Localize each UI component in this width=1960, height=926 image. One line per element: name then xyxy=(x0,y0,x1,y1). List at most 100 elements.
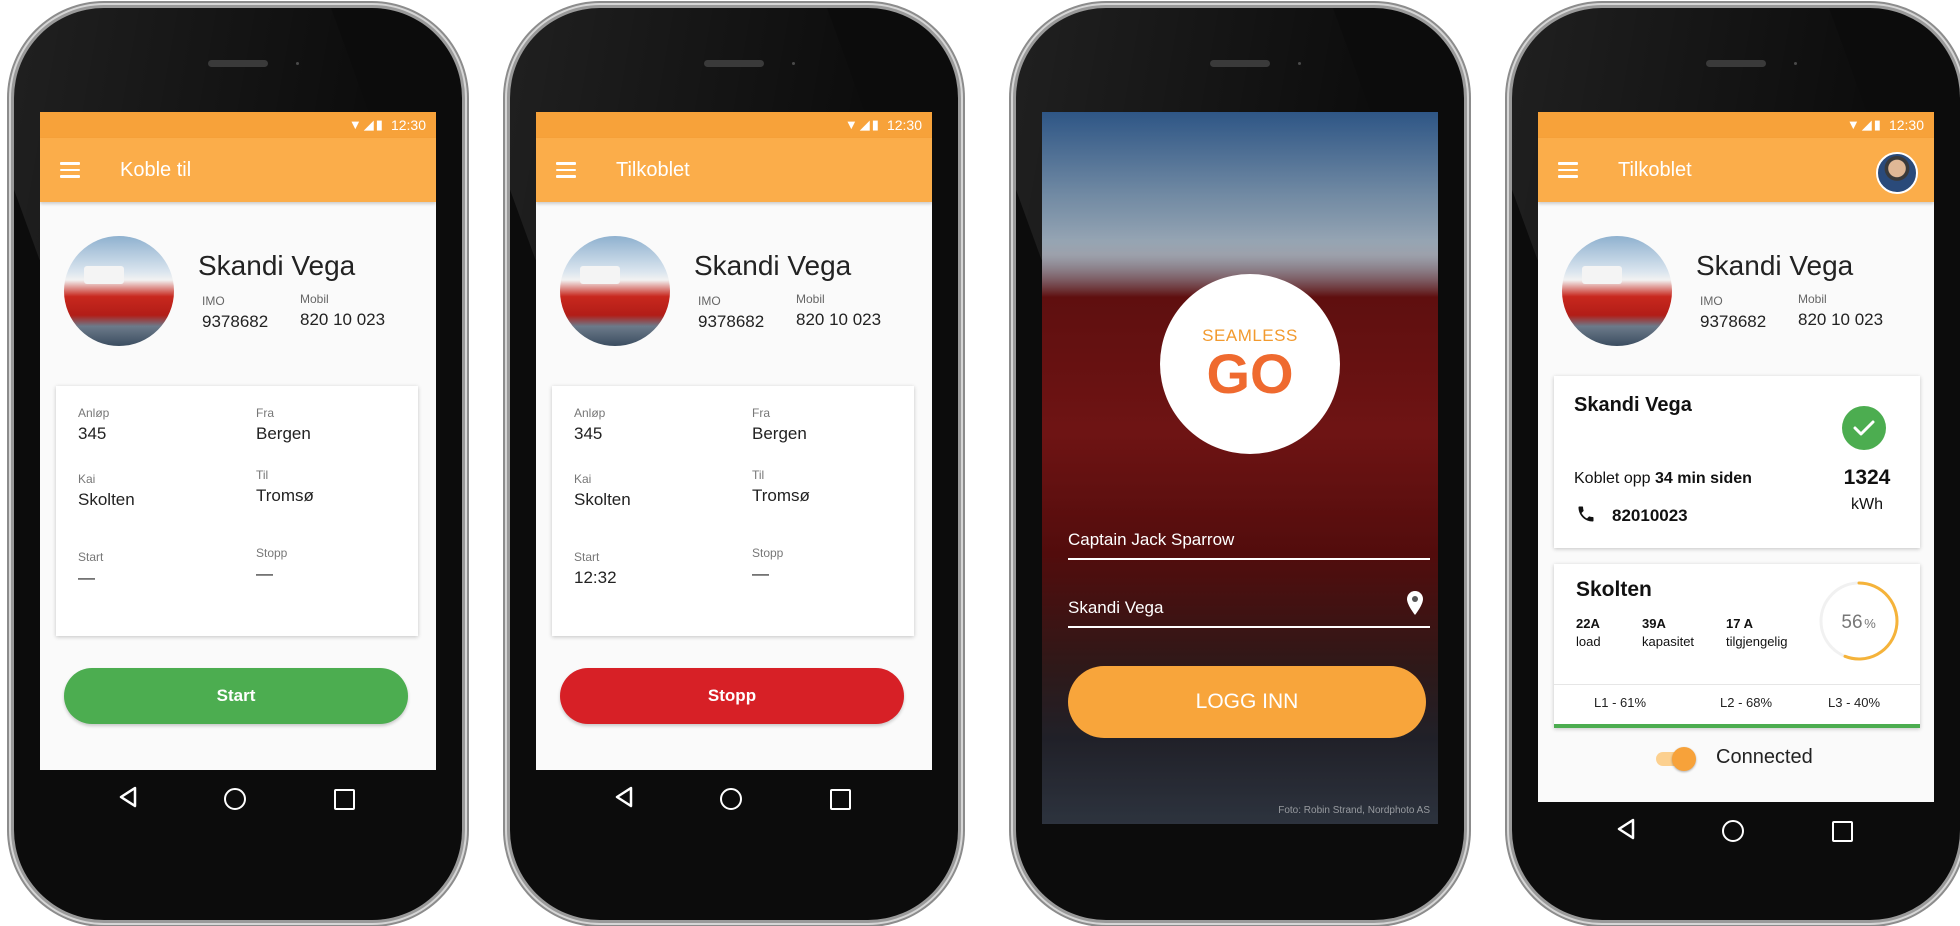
start-button[interactable]: Start xyxy=(64,668,408,724)
page-title: Tilkoblet xyxy=(1618,158,1692,181)
back-icon[interactable] xyxy=(118,786,138,808)
camera-dot xyxy=(1298,62,1301,65)
vessel-header: Skandi Vega IMO 9378682 Mobil 820 10 023 xyxy=(536,202,932,372)
til-value: Tromsø xyxy=(752,486,810,505)
connection-phone[interactable]: 82010023 xyxy=(1612,506,1688,526)
mobile-value: 820 10 023 xyxy=(1798,310,1884,329)
til-label: Til xyxy=(752,468,765,482)
fra-value: Bergen xyxy=(256,424,311,443)
recent-apps-icon[interactable] xyxy=(1832,821,1853,842)
til-value: Tromsø xyxy=(256,486,314,505)
connected-prefix: Koblet opp xyxy=(1574,470,1651,487)
connected-toggle[interactable] xyxy=(1656,747,1696,771)
menu-icon[interactable] xyxy=(1558,162,1578,178)
signal-battery-icon: ▼◢▮ xyxy=(844,117,881,132)
connected-since: Koblet opp 34 min siden xyxy=(1574,470,1752,488)
kai-value: Skolten xyxy=(574,490,631,509)
back-icon[interactable] xyxy=(614,786,634,808)
start-value: 12:32 xyxy=(574,568,617,587)
login-button[interactable]: LOGG INN xyxy=(1068,666,1426,738)
stopp-label: Stopp xyxy=(752,546,784,560)
fra-value: Bergen xyxy=(752,424,807,443)
divider xyxy=(1554,684,1920,685)
toggle-label: Connected xyxy=(1716,746,1813,768)
speaker xyxy=(208,60,268,67)
username-field[interactable]: Captain Jack Sparrow xyxy=(1068,530,1430,560)
anlop-label: Anløp xyxy=(78,406,110,420)
anlop-value: 345 xyxy=(574,424,603,443)
anlop-label: Anløp xyxy=(574,406,606,420)
fra-label: Fra xyxy=(752,406,770,420)
home-icon[interactable] xyxy=(1722,820,1744,842)
avatar[interactable] xyxy=(1876,152,1918,194)
menu-icon[interactable] xyxy=(60,162,80,178)
username-value: Captain Jack Sparrow xyxy=(1068,530,1235,549)
check-icon xyxy=(1842,406,1886,450)
mobile-label: Mobil xyxy=(300,292,329,306)
status-time: 12:30 xyxy=(1888,117,1924,133)
gauge-percent-unit: % xyxy=(1864,616,1876,631)
energy-unit: kWh xyxy=(1851,496,1883,513)
vessel-photo xyxy=(560,236,670,346)
menu-icon[interactable] xyxy=(556,162,576,178)
logo-big-text: GO xyxy=(1206,342,1294,405)
voyage-card: Anløp 345 Fra Bergen Kai Skolten Til Tro… xyxy=(56,386,418,636)
kai-label: Kai xyxy=(574,472,592,486)
imo-value: 9378682 xyxy=(202,312,269,331)
port-title: Skolten xyxy=(1576,578,1652,601)
recent-apps-icon[interactable] xyxy=(830,789,851,810)
status-bar: ▼◢▮ 12:30 xyxy=(40,112,436,138)
vessel-name: Skandi Vega xyxy=(694,250,852,281)
mobile-label: Mobil xyxy=(796,292,825,306)
location-pin-icon[interactable] xyxy=(1406,590,1424,616)
imo-value: 9378682 xyxy=(1700,312,1767,331)
stopp-label: Stopp xyxy=(256,546,288,560)
screen-status: ▼◢▮ 12:30 Tilkoblet Skandi Vega IMO 9378… xyxy=(1538,112,1934,802)
available-value: 17 A xyxy=(1726,616,1753,631)
til-label: Til xyxy=(256,468,269,482)
fra-label: Fra xyxy=(256,406,274,420)
recent-apps-icon[interactable] xyxy=(334,789,355,810)
connected-time: 34 min siden xyxy=(1654,470,1752,487)
stopp-value: — xyxy=(752,564,769,583)
kai-value: Skolten xyxy=(78,490,135,509)
imo-label: IMO xyxy=(1700,294,1723,308)
app-bar: Tilkoblet xyxy=(536,138,932,202)
stop-button[interactable]: Stopp xyxy=(560,668,904,724)
phase-l2: L2 - 68% xyxy=(1720,695,1773,710)
home-icon[interactable] xyxy=(224,788,246,810)
status-time: 12:30 xyxy=(886,117,922,133)
speaker xyxy=(704,60,764,67)
phase-l1: L1 - 61% xyxy=(1594,695,1647,710)
photo-credit: Foto: Robin Strand, Nordphoto AS xyxy=(1278,805,1430,816)
imo-label: IMO xyxy=(698,294,721,308)
phone-icon xyxy=(1578,506,1594,522)
voyage-card: Anløp 345 Fra Bergen Kai Skolten Til Tro… xyxy=(552,386,914,636)
home-icon[interactable] xyxy=(720,788,742,810)
vessel-header: Skandi Vega IMO 9378682 Mobil 820 10 023 xyxy=(40,202,436,372)
connection-card-title: Skandi Vega xyxy=(1574,394,1692,416)
vessel-photo xyxy=(1562,236,1672,346)
load-label: load xyxy=(1576,634,1601,649)
app-bar: Koble til xyxy=(40,138,436,202)
back-icon[interactable] xyxy=(1616,818,1636,840)
vessel-header: Skandi Vega IMO 9378682 Mobil 820 10 023 xyxy=(1538,202,1934,372)
screen-connected: ▼◢▮ 12:30 Tilkoblet Skandi Vega IMO 9378… xyxy=(536,112,932,770)
vessel-field[interactable]: Skandi Vega xyxy=(1068,591,1430,628)
imo-label: IMO xyxy=(202,294,225,308)
mobile-value: 820 10 023 xyxy=(300,310,386,329)
anlop-value: 345 xyxy=(78,424,107,443)
speaker xyxy=(1210,60,1270,67)
capacity-value: 39A xyxy=(1642,616,1666,631)
nav-bar xyxy=(1538,802,1934,858)
toggle-knob[interactable] xyxy=(1672,747,1696,771)
phase-l3: L3 - 40% xyxy=(1828,695,1881,710)
start-value: — xyxy=(78,568,95,587)
imo-value: 9378682 xyxy=(698,312,765,331)
energy-value: 1324 xyxy=(1843,466,1891,489)
screen-connect: ▼◢▮ 12:30 Koble til Skandi Vega IMO 9378… xyxy=(40,112,436,770)
mobile-value: 820 10 023 xyxy=(796,310,882,329)
signal-battery-icon: ▼◢▮ xyxy=(1846,117,1883,132)
phone-3: SEAMLESS GO Captain Jack Sparrow Skandi … xyxy=(1016,8,1464,920)
connection-card: Skandi Vega Koblet opp 34 min siden 8201… xyxy=(1554,376,1920,548)
